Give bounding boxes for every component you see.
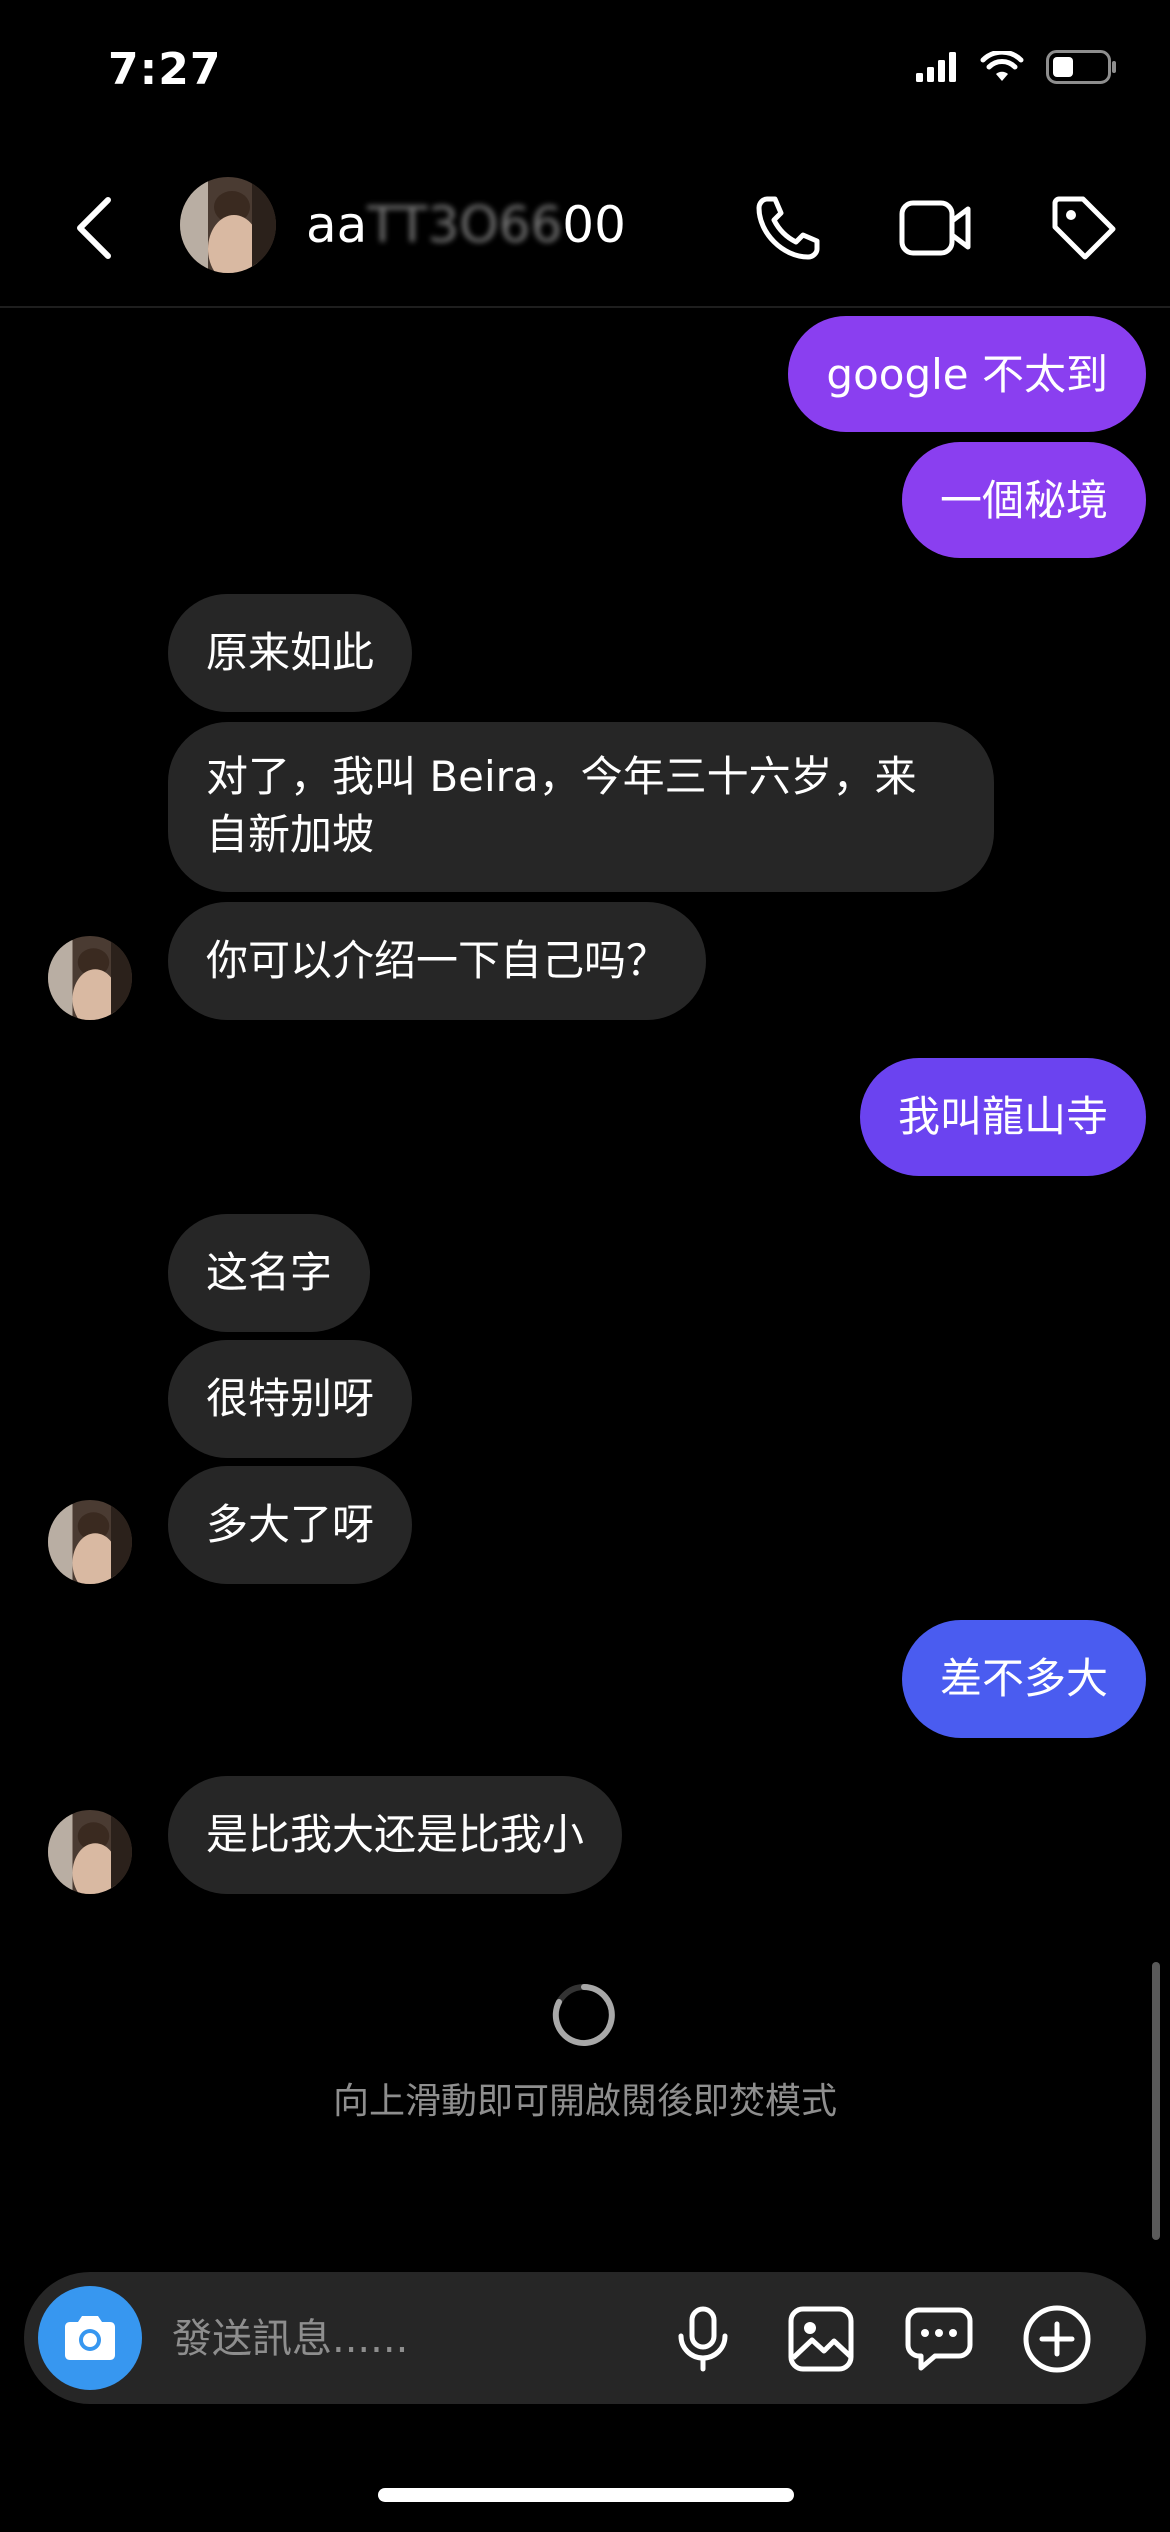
loading-spinner-icon (552, 1984, 615, 2046)
avatar-photo (48, 936, 132, 1020)
camera-button[interactable] (38, 2286, 142, 2390)
status-icons (916, 50, 1118, 84)
phone-icon (756, 196, 820, 260)
username-prefix: aa (306, 196, 368, 254)
more-options-button[interactable] (1020, 2302, 1094, 2376)
plus-circle-icon (1023, 2305, 1091, 2373)
message-incoming[interactable]: 对了，我叫 Beira，今年三十六岁，来自新加坡 (168, 722, 994, 892)
message-outgoing[interactable]: 差不多大 (901, 1620, 1146, 1738)
avatar-photo (48, 1500, 132, 1584)
signal-icon (916, 52, 956, 82)
message-incoming[interactable]: 多大了呀 (168, 1466, 413, 1584)
avatar-photo (180, 177, 276, 273)
chevron-left-icon (77, 197, 111, 259)
wifi-icon (980, 51, 1024, 81)
tag-icon (1052, 196, 1116, 260)
video-camera-icon (899, 200, 971, 256)
sender-avatar[interactable] (48, 1500, 132, 1584)
video-call-button[interactable] (898, 190, 974, 266)
message-incoming[interactable]: 原来如此 (168, 594, 413, 712)
username-obscured: TT3O66 (367, 196, 563, 254)
message-composer (24, 2272, 1146, 2404)
sticker-button[interactable] (902, 2302, 976, 2376)
gallery-button[interactable] (784, 2302, 858, 2376)
camera-icon (65, 2316, 115, 2360)
vanish-mode-hint: 向上滑動即可開啟閱後即焚模式 (332, 2081, 837, 2122)
sender-avatar[interactable] (48, 1810, 132, 1894)
home-indicator[interactable] (378, 2488, 794, 2502)
contact-avatar[interactable] (180, 177, 276, 273)
voice-message-button[interactable] (666, 2302, 740, 2376)
scrollbar[interactable] (1152, 1962, 1160, 2240)
chat-bubble-icon (905, 2307, 973, 2371)
message-outgoing[interactable]: 我叫龍山寺 (859, 1058, 1146, 1176)
message-outgoing[interactable]: google 不太到 (788, 316, 1146, 432)
call-button[interactable] (750, 190, 826, 266)
back-button[interactable] (64, 190, 124, 266)
message-incoming[interactable]: 你可以介绍一下自己吗？ (168, 902, 707, 1020)
microphone-icon (678, 2306, 728, 2372)
status-time: 7:27 (108, 44, 222, 95)
contact-username[interactable]: aaTT3O6600 (306, 196, 626, 254)
tag-button[interactable] (1046, 190, 1122, 266)
username-suffix: 00 (562, 196, 626, 254)
battery-icon (1046, 50, 1116, 84)
message-incoming[interactable]: 是比我大还是比我小 (168, 1776, 623, 1894)
image-icon (788, 2306, 854, 2372)
avatar-photo (48, 1810, 132, 1894)
message-outgoing[interactable]: 一個秘境 (901, 442, 1146, 558)
message-input[interactable] (170, 2308, 644, 2370)
sender-avatar[interactable] (48, 936, 132, 1020)
chat-header: aaTT3O6600 (0, 150, 1170, 308)
message-incoming[interactable]: 很特别呀 (168, 1340, 413, 1458)
dm-screen: 7:27 aaTT3O6600 google 不太到 一個秘境 原来如此 对了，… (0, 0, 1170, 2532)
message-incoming[interactable]: 这名字 (168, 1214, 371, 1332)
